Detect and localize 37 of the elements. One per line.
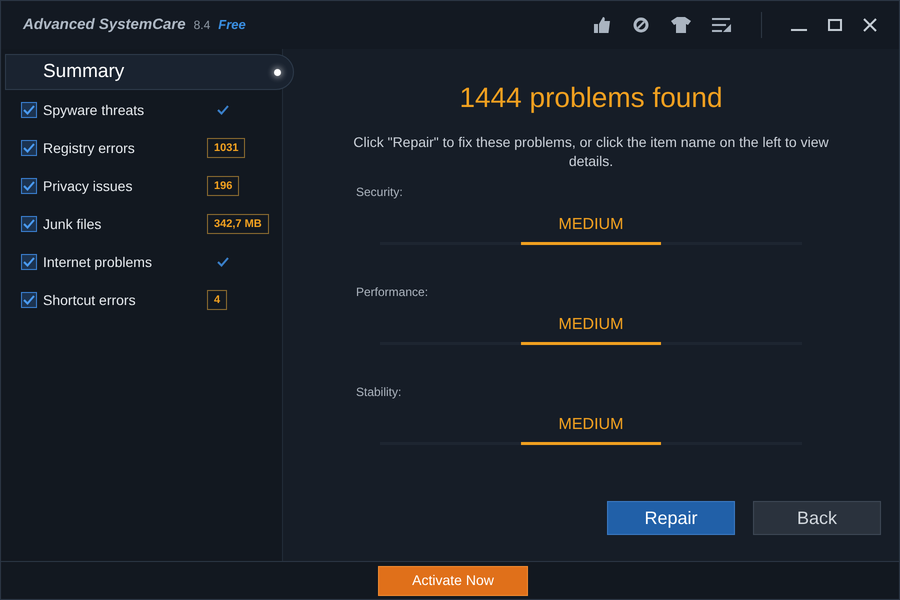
edition-label: Free	[218, 16, 246, 34]
check-icon	[217, 105, 229, 115]
rating-label: Security:	[356, 184, 403, 201]
checkbox[interactable]	[21, 102, 37, 118]
count-badge: 1031	[207, 138, 246, 158]
maximize-icon[interactable]	[828, 19, 842, 31]
checkbox[interactable]	[21, 254, 37, 270]
sidebar-item[interactable]: Privacy issues	[43, 176, 207, 196]
rating-label: Stability:	[356, 384, 402, 401]
rating-value: MEDIUM	[558, 415, 624, 435]
rating-label: Performance:	[356, 284, 428, 301]
check-icon	[217, 257, 229, 267]
description-text: Click "Repair" to fix these problems, or click the item name on the left to view details.	[352, 133, 830, 171]
count-badge: 342,7 MB	[207, 214, 269, 234]
checkbox[interactable]	[21, 216, 37, 232]
sidebar-item[interactable]: Junk files	[43, 214, 207, 234]
thumbs-up-icon[interactable]	[593, 17, 611, 33]
sidebar-item[interactable]: Shortcut errors	[43, 290, 207, 310]
checkbox[interactable]	[21, 292, 37, 308]
count-badge: 196	[207, 176, 240, 196]
checkbox[interactable]	[21, 178, 37, 194]
shirt-icon[interactable]	[671, 17, 691, 33]
sidebar-item[interactable]: Registry errors	[43, 138, 207, 158]
repair-button[interactable]: Repair	[607, 501, 735, 535]
sidebar-item[interactable]: Internet problems	[43, 252, 207, 272]
sidebar-item[interactable]: Spyware threats	[43, 100, 207, 120]
checkbox[interactable]	[21, 140, 37, 156]
problems-heading: 1444 problems found	[459, 81, 723, 115]
rating-value: MEDIUM	[558, 215, 624, 235]
back-button[interactable]: Back	[753, 501, 881, 535]
window-title: Advanced SystemCare	[23, 14, 186, 35]
rating-value: MEDIUM	[558, 315, 624, 335]
close-icon[interactable]	[863, 18, 877, 32]
version-label: 8.4	[194, 17, 210, 34]
menu-icon[interactable]	[712, 18, 732, 32]
count-badge: 4	[207, 290, 228, 310]
summary-tab[interactable]: Summary	[5, 54, 294, 90]
